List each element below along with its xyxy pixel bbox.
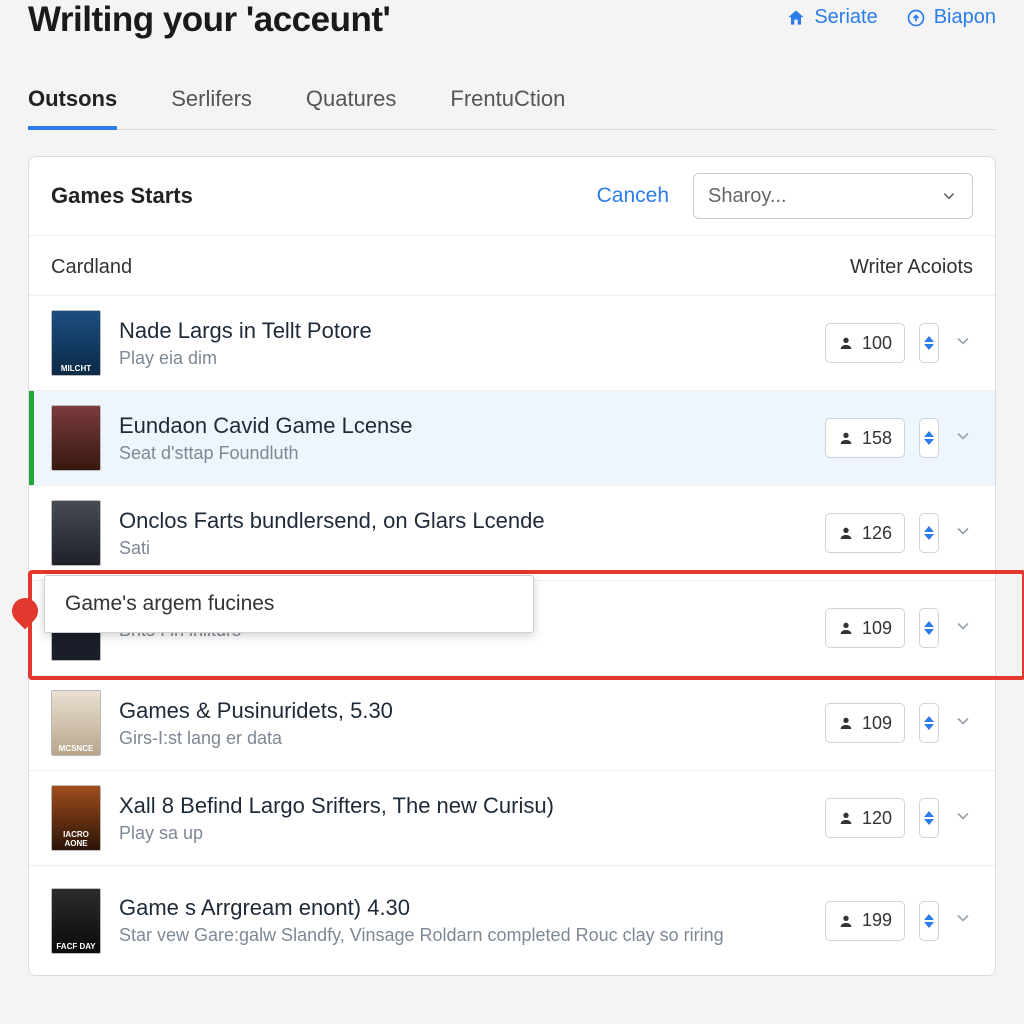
sort-select[interactable]: Sharoy...	[693, 173, 973, 219]
row-title: Onclos Farts bundlersend, on Glars Lcend…	[119, 508, 807, 534]
upload-circle-icon	[906, 8, 926, 28]
col-right: Writer Acoiots	[850, 256, 973, 279]
game-cover: MILCHT	[51, 310, 101, 376]
sort-toggle[interactable]	[919, 513, 939, 553]
count-pill[interactable]: 199	[825, 901, 905, 941]
table-row[interactable]: IACRO AONE Xall 8 Befind Largo Srifters,…	[29, 770, 995, 865]
count-value: 126	[862, 523, 892, 544]
game-cover	[51, 405, 101, 471]
sort-toggle[interactable]	[919, 703, 939, 743]
row-subtitle: Sati	[119, 538, 807, 559]
game-cover: IACRO AONE	[51, 785, 101, 851]
row-title: Xall 8 Befind Largo Srifters, The new Cu…	[119, 793, 807, 819]
chevron-down-icon	[953, 521, 973, 541]
tab-serlifers[interactable]: Serlifers	[171, 86, 252, 129]
sort-toggle[interactable]	[919, 418, 939, 458]
sort-toggle[interactable]	[919, 608, 939, 648]
expand-row[interactable]	[953, 331, 973, 356]
tab-frentuction[interactable]: FrentuCtion	[450, 86, 565, 129]
row-subtitle: Play eia dim	[119, 348, 807, 369]
game-cover: FACF DAY	[51, 888, 101, 954]
table-row[interactable]: MILCHT Nade Largs in Tellt Potore Play e…	[29, 295, 995, 390]
table-row[interactable]: FACF DAY Game s Arrgream enont) 4.30 Sta…	[29, 865, 995, 975]
games-panel: Games Starts Canceh Sharoy... Cardland W…	[28, 156, 996, 976]
expand-row[interactable]	[953, 426, 973, 451]
chevron-down-icon	[953, 616, 973, 636]
count-pill[interactable]: 120	[825, 798, 905, 838]
expand-row[interactable]	[953, 616, 973, 641]
count-value: 120	[862, 808, 892, 829]
row-subtitle: Seat d'sttap Foundluth	[119, 443, 807, 464]
person-icon	[838, 810, 854, 826]
row-subtitle: Play sa up	[119, 823, 807, 844]
col-left: Cardland	[51, 256, 132, 279]
tabs: Outsons Serlifers Quatures FrentuCtion	[28, 86, 996, 130]
count-value: 158	[862, 428, 892, 449]
count-value: 100	[862, 333, 892, 354]
list-header: Cardland Writer Acoiots	[29, 235, 995, 295]
row-title: Eundaon Cavid Game Lcense	[119, 413, 807, 439]
count-pill[interactable]: 126	[825, 513, 905, 553]
count-value: 199	[862, 910, 892, 931]
table-row[interactable]: Onclos Farts bundlersend, on Glars Lcend…	[29, 485, 995, 580]
person-icon	[838, 430, 854, 446]
chevron-down-icon	[953, 806, 973, 826]
count-value: 109	[862, 618, 892, 639]
person-icon	[838, 525, 854, 541]
game-cover: MCSNCE	[51, 690, 101, 756]
row-title: Game s Arrgream enont) 4.30	[119, 895, 807, 921]
sort-toggle[interactable]	[919, 798, 939, 838]
person-icon	[838, 913, 854, 929]
person-icon	[838, 715, 854, 731]
count-value: 109	[862, 713, 892, 734]
expand-row[interactable]	[953, 908, 973, 933]
count-pill[interactable]: 158	[825, 418, 905, 458]
person-icon	[838, 335, 854, 351]
row-title: Nade Largs in Tellt Potore	[119, 318, 807, 344]
count-pill[interactable]: 100	[825, 323, 905, 363]
row-title: Games & Pusinuridets, 5.30	[119, 698, 807, 724]
tab-quatures[interactable]: Quatures	[306, 86, 397, 129]
expand-row[interactable]	[953, 521, 973, 546]
chevron-down-icon	[953, 908, 973, 928]
header-link-label: Biapon	[934, 6, 996, 29]
callout-tooltip: Game's argem fucines	[44, 575, 534, 633]
expand-row[interactable]	[953, 806, 973, 831]
count-pill[interactable]: 109	[825, 703, 905, 743]
sort-toggle[interactable]	[919, 323, 939, 363]
row-subtitle: Star vew Gare:galw Slandfy, Vinsage Rold…	[119, 925, 807, 946]
chevron-down-icon	[940, 187, 958, 205]
cancel-link[interactable]: Canceh	[597, 184, 669, 208]
row-subtitle: Girs-I:st lang er data	[119, 728, 807, 749]
count-pill[interactable]: 109	[825, 608, 905, 648]
header-link-seriate[interactable]: Seriate	[786, 6, 877, 29]
chevron-down-icon	[953, 331, 973, 351]
page-title: Wrilting your 'acceunt'	[28, 0, 390, 40]
table-row[interactable]: MCSNCE Games & Pusinuridets, 5.30 Girs-I…	[29, 675, 995, 770]
house-icon	[786, 8, 806, 28]
expand-row[interactable]	[953, 711, 973, 736]
sort-placeholder: Sharoy...	[708, 185, 787, 208]
table-row[interactable]: Eundaon Cavid Game Lcense Seat d'sttap F…	[29, 390, 995, 485]
panel-title: Games Starts	[51, 183, 581, 209]
chevron-down-icon	[953, 426, 973, 446]
sort-toggle[interactable]	[919, 901, 939, 941]
game-cover	[51, 500, 101, 566]
chevron-down-icon	[953, 711, 973, 731]
header-link-label: Seriate	[814, 6, 877, 29]
tab-outsons[interactable]: Outsons	[28, 86, 117, 130]
header-link-biapon[interactable]: Biapon	[906, 6, 996, 29]
person-icon	[838, 620, 854, 636]
